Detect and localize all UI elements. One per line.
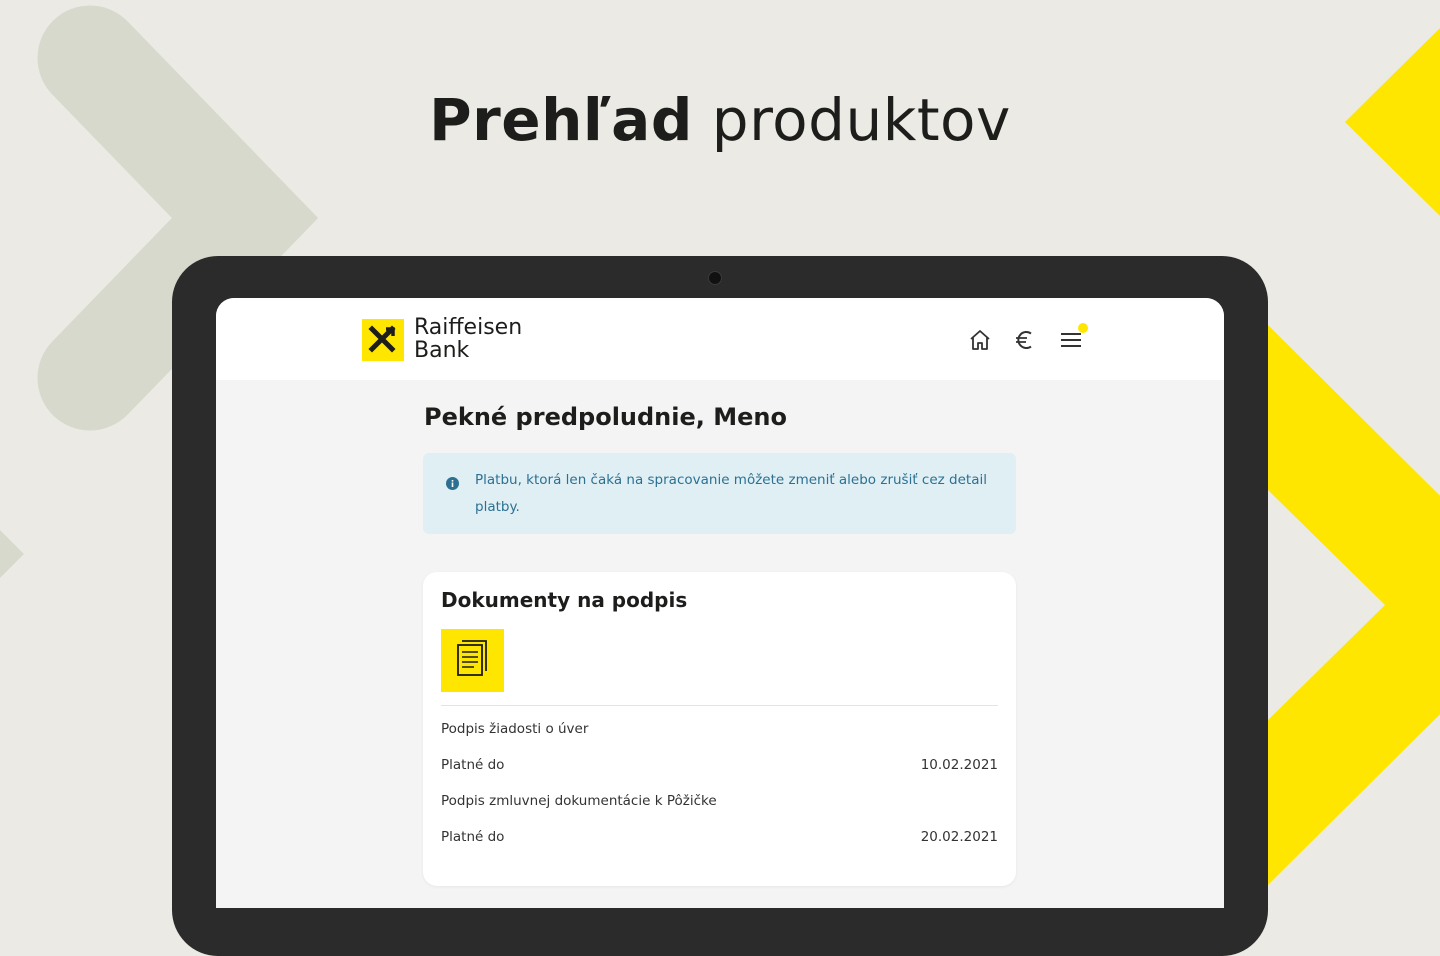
- hero-title-bold: Prehľad: [429, 86, 693, 154]
- info-icon: [446, 475, 459, 490]
- raiffeisen-logo-icon[interactable]: [362, 319, 404, 361]
- document-item-name[interactable]: Podpis žiadosti o úver: [441, 721, 588, 737]
- info-message: Platbu, ktorá len čaká na spracovanie mô…: [475, 472, 987, 515]
- logo-text: Raiffeisen Bank: [414, 316, 522, 362]
- document-valid-label: Platné do: [441, 757, 505, 773]
- top-navigation-bar: Raiffeisen Bank: [216, 298, 1224, 380]
- logo-text-line2: Bank: [414, 338, 470, 363]
- hero-title: Prehľad produktov: [0, 86, 1440, 154]
- documents-card: Dokumenty na podpis Podpis žiadosti o úv…: [423, 572, 1016, 886]
- euro-icon[interactable]: [1011, 326, 1039, 354]
- greeting-heading: Pekné predpoludnie, Meno: [424, 403, 787, 431]
- info-banner: Platbu, ktorá len čaká na spracovanie mô…: [423, 453, 1016, 534]
- document-item-name[interactable]: Podpis zmluvnej dokumentácie k Pôžičke: [441, 793, 717, 809]
- document-valid-date: 10.02.2021: [920, 757, 998, 773]
- documents-card-title: Dokumenty na podpis: [441, 588, 688, 612]
- hero-title-light: produktov: [711, 86, 1011, 154]
- app-screen: Raiffeisen Bank Pekné predpoludnie, Meno: [216, 298, 1224, 908]
- document-valid-label: Platné do: [441, 829, 505, 845]
- home-icon[interactable]: [966, 326, 994, 354]
- logo-text-line1: Raiffeisen: [414, 315, 523, 340]
- card-divider: [441, 705, 998, 706]
- notification-dot: [1078, 323, 1088, 333]
- tablet-camera: [708, 271, 722, 285]
- document-stack-icon[interactable]: [441, 629, 504, 692]
- document-valid-date: 20.02.2021: [920, 829, 998, 845]
